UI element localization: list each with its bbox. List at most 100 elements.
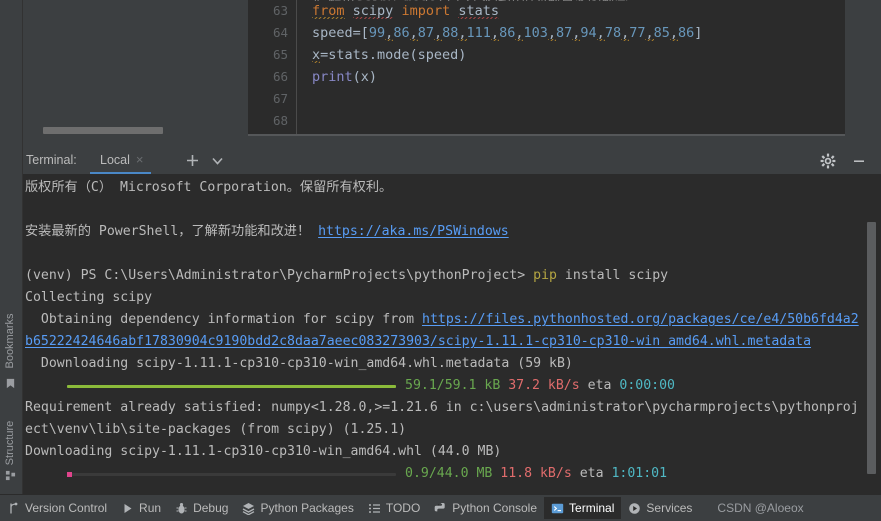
terminal-text: pip (533, 268, 557, 283)
line-number: 64 (272, 25, 288, 40)
line-number: 67 (272, 91, 288, 106)
progress-text: 0.9/44.0 MB (405, 466, 493, 481)
code-token: 87 (417, 25, 434, 41)
terminal-line: Collecting scipy (25, 287, 865, 309)
minimize-icon[interactable] (850, 152, 868, 170)
progress-fill (67, 471, 72, 477)
statusbar-item-terminal[interactable]: Terminal (544, 497, 622, 519)
terminal-line: (venv) PS C:\Users\Administrator\Pycharm… (25, 265, 865, 287)
terminal-icon (551, 502, 564, 515)
terminal-line: Downloading scipy-1.11.1-cp310-cp310-win… (25, 441, 865, 463)
terminal-line: Obtaining dependency information for sci… (25, 309, 865, 353)
terminal-tab-local[interactable]: Local × (90, 147, 152, 174)
editor-left-tool-strip (0, 0, 23, 147)
chevron-down-icon[interactable] (208, 151, 227, 170)
code-line: x=stats.mode(speed) (312, 44, 845, 66)
statusbar-item-todo[interactable]: TODO (361, 497, 427, 519)
terminal-lines: 版权所有（C） Microsoft Corporation。保留所有权利。 安装… (25, 177, 865, 485)
todo-icon (368, 502, 381, 515)
code-token: 77 (629, 25, 646, 41)
code-editor-pane[interactable]: 636465666768 # 輸出scipy mode()方法查找出現次數最多的… (248, 0, 845, 134)
code-token: 111 (466, 25, 491, 41)
code-token: , (490, 25, 500, 41)
progress-text: 0:00:00 (619, 378, 675, 393)
code-token: 85 (653, 25, 670, 41)
code-line: speed=[99,86,87,88,111,86,103,87,94,78,7… (312, 22, 845, 44)
terminal-line: 版权所有（C） Microsoft Corporation。保留所有权利。 (25, 177, 865, 199)
close-icon[interactable]: × (136, 153, 144, 166)
plus-icon[interactable] (183, 151, 202, 170)
terminal-line: Downloading scipy-1.11.1-cp310-cp310-win… (25, 353, 865, 375)
terminal-link[interactable]: https://aka.ms/PSWindows (318, 224, 509, 239)
terminal-progress-row: 0.9/44.0 MB 11.8 kB/s eta 1:01:01 (25, 463, 865, 485)
pycharm-window: 636465666768 # 輸出scipy mode()方法查找出現次數最多的… (0, 0, 881, 521)
python-icon (434, 502, 447, 515)
code-token: x (312, 47, 321, 63)
terminal-text: 版权所有（C） Microsoft Corporation。保留所有权利。 (25, 180, 393, 195)
terminal-title: Terminal: (26, 153, 77, 167)
terminal-scroll-thumb[interactable] (867, 222, 876, 474)
code-token: from (312, 3, 345, 19)
download-progress-bar (67, 471, 396, 477)
panel-scrollbar-horizontal[interactable] (43, 127, 163, 134)
terminal-output-area[interactable]: 版权所有（C） Microsoft Corporation。保留所有权利。 安装… (23, 174, 881, 495)
terminal-line: 安装最新的 PowerShell，了解新功能和改进！ https://aka.m… (25, 221, 865, 243)
code-token: 86 (393, 25, 410, 41)
sidebar-item-bookmarks[interactable]: Bookmarks (4, 296, 16, 386)
statusbar-item-label: TODO (385, 501, 421, 515)
packages-icon (242, 502, 255, 515)
statusbar-item-label: Run (139, 501, 162, 515)
code-token: scipy (352, 3, 394, 19)
statusbar-item-python-packages[interactable]: Python Packages (235, 497, 360, 519)
terminal-tool-window: Terminal: Local × 版权所有（C） Microsoft Corp… (23, 147, 881, 495)
code-token: 86 (499, 25, 516, 41)
statusbar-item-label: Version Control (25, 501, 108, 515)
statusbar-item-run[interactable]: Run (114, 497, 168, 519)
code-line: from scipy import stats (312, 0, 845, 22)
branch-icon (7, 502, 20, 515)
code-token: , (458, 25, 467, 41)
statusbar-item-python-console[interactable]: Python Console (427, 497, 544, 519)
terminal-text: install scipy (556, 268, 669, 283)
status-bar: Version Control Run Debug Python Packages TO… (0, 494, 881, 521)
editor-region: 636465666768 # 輸出scipy mode()方法查找出現次數最多的… (0, 0, 881, 155)
code-token: 103 (523, 25, 548, 41)
terminal-vertical-scrollbar[interactable] (867, 174, 879, 495)
watermark: CSDN @Aloeox (717, 501, 804, 515)
code-token: speed=[ (312, 25, 369, 41)
editor-right-gap (859, 0, 881, 147)
code-token: 94 (580, 25, 597, 41)
line-number-gutter: 63 64 65 66 67 68 (248, 0, 297, 134)
bookmark-icon (6, 378, 15, 389)
code-token: stats (458, 3, 499, 19)
terminal-progress-row: 59.1/59.1 kB 37.2 kB/s eta 0:00:00 (25, 375, 865, 397)
statusbar-item-label: Terminal (569, 501, 615, 515)
code-token: , (547, 25, 556, 41)
statusbar-item-label: Python Console (452, 501, 538, 515)
code-lines: from scipy import stats speed=[99,86,87,8… (312, 0, 845, 132)
code-token: 88 (442, 25, 459, 41)
progress-text (492, 463, 500, 485)
terminal-line: Requirement already satisfied: numpy<1.2… (25, 397, 865, 441)
line-number: 63 (272, 3, 288, 18)
progress-text: 1:01:01 (611, 466, 668, 481)
statusbar-item-label: Services (646, 501, 693, 515)
statusbar-item-services[interactable]: Services (621, 497, 699, 519)
progress-text: eta (579, 378, 620, 393)
code-token: , (645, 25, 654, 41)
progress-text (500, 375, 508, 397)
play-icon (121, 502, 134, 515)
code-line: print(x) (312, 66, 845, 88)
statusbar-item-debug[interactable]: Debug (168, 497, 235, 519)
code-token: print (312, 69, 353, 85)
statusbar-item-version-control[interactable]: Version Control (0, 497, 114, 519)
line-number: 65 (272, 47, 288, 62)
gear-icon[interactable] (819, 152, 837, 170)
terminal-header: Terminal: Local × (23, 147, 881, 175)
editor-bottom-edge (248, 134, 845, 136)
